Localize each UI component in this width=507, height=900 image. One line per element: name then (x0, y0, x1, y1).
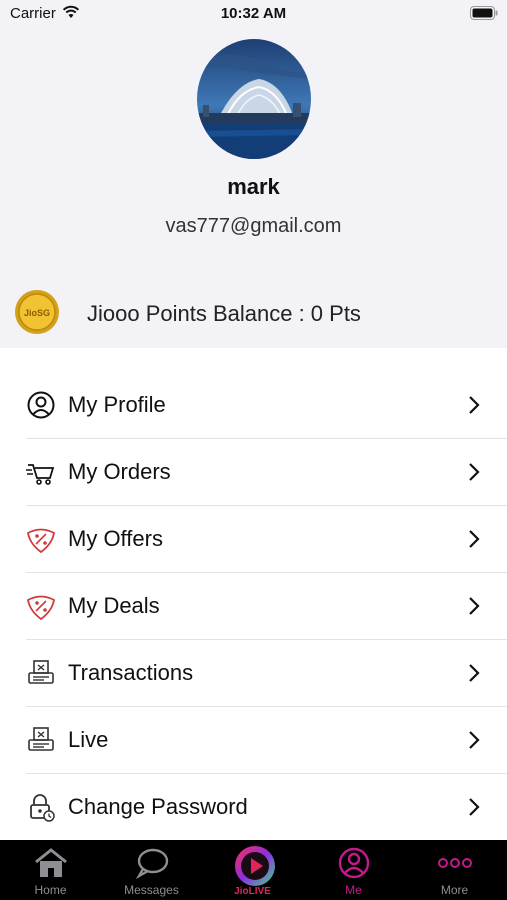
tab-label: Me (345, 883, 362, 897)
points-balance: Jiooo Points Balance : 0 Pts (87, 301, 361, 326)
menu-item-label: My Offers (68, 526, 163, 551)
chevron-right-icon (469, 530, 480, 548)
person-icon (338, 847, 370, 879)
tab-bar: Home Messages JioLIVE Me More (0, 840, 507, 900)
tab-home[interactable]: Home (0, 840, 101, 900)
chevron-right-icon (469, 597, 480, 615)
user-email: vas777@gmail.com (165, 215, 342, 237)
deal-tag-icon (26, 595, 56, 621)
menu-item-transactions[interactable]: Transactions (26, 640, 507, 707)
battery-icon (470, 6, 498, 20)
coin-icon: JioSG (15, 290, 59, 334)
chat-bubble-icon (135, 848, 169, 879)
offer-tag-icon (26, 528, 56, 554)
tab-more[interactable]: More (404, 840, 505, 900)
live-receipt-icon (28, 727, 54, 751)
menu-item-change-password[interactable]: Change Password (26, 774, 507, 841)
tab-label: JioLIVE (234, 886, 271, 897)
tab-jiolive[interactable]: JioLIVE (202, 840, 303, 900)
avatar[interactable] (197, 39, 311, 159)
menu-item-my-offers[interactable]: My Offers (26, 506, 507, 573)
menu-item-label: My Profile (68, 392, 166, 417)
status-bar: Carrier 10:32 AM (0, 0, 507, 26)
clock: 10:32 AM (220, 5, 287, 22)
coin-label: JioSG (24, 308, 50, 318)
menu-item-label: Change Password (68, 794, 248, 819)
jiolive-logo-icon (235, 846, 275, 886)
home-icon (35, 848, 67, 877)
profile-header: mark vas777@gmail.com JioSG Jiooo Points… (0, 26, 507, 348)
tab-me[interactable]: Me (303, 840, 404, 900)
avatar-image (197, 39, 311, 159)
chevron-right-icon (469, 798, 480, 816)
menu-item-label: My Deals (68, 593, 160, 618)
menu-item-my-deals[interactable]: My Deals (26, 573, 507, 640)
tab-messages[interactable]: Messages (101, 840, 202, 900)
menu-item-label: My Orders (68, 459, 171, 484)
chevron-right-icon (469, 396, 480, 414)
tab-label: Home (34, 883, 67, 897)
chevron-right-icon (469, 463, 480, 481)
menu-item-label: Live (68, 727, 109, 752)
menu-item-my-profile[interactable]: My Profile (26, 372, 507, 439)
menu-item-live[interactable]: Live (26, 707, 507, 774)
tab-label: More (440, 883, 469, 897)
menu-item-my-orders[interactable]: My Orders (26, 439, 507, 506)
receipt-icon (28, 660, 54, 684)
tab-label: Messages (124, 883, 179, 897)
chevron-right-icon (469, 664, 480, 682)
lock-icon (30, 794, 55, 822)
person-circle-icon (27, 391, 55, 419)
chevron-right-icon (469, 731, 480, 749)
ellipsis-icon (438, 858, 472, 868)
cart-icon (26, 464, 55, 485)
menu-item-label: Transactions (68, 660, 194, 685)
user-name: mark (227, 174, 280, 199)
